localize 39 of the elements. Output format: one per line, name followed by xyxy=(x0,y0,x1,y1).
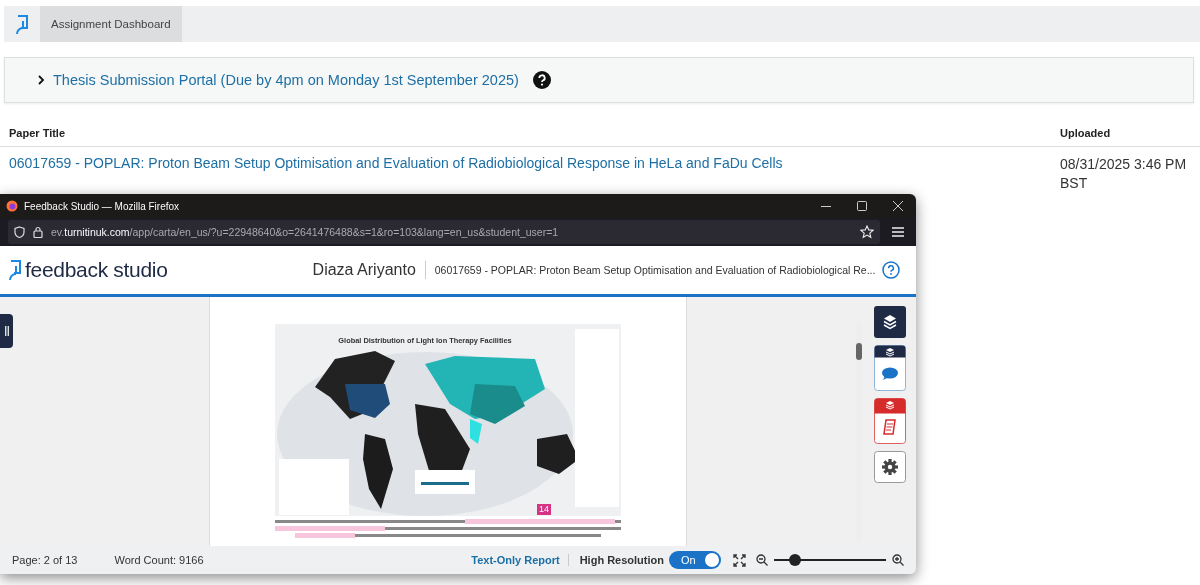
word-count: Word Count: 9166 xyxy=(114,554,204,566)
lock-icon[interactable] xyxy=(33,226,43,238)
paper-title-link[interactable]: 06017659 - POPLAR: Proton Beam Setup Optimisation and Evaluation of Radiobiological Response in HeLa and FaDu Cells xyxy=(9,155,783,193)
zoom-slider-thumb[interactable] xyxy=(789,554,801,566)
student-name: Diaza Ariyanto xyxy=(312,261,426,279)
assignment-title-link[interactable]: Thesis Submission Portal (Due by 4pm on Monday 1st September 2025) xyxy=(53,72,519,88)
chevron-right-icon[interactable] xyxy=(37,75,45,85)
fullscreen-icon[interactable] xyxy=(733,553,746,567)
text-only-report-link[interactable]: Text-Only Report xyxy=(471,554,560,566)
column-header: Uploaded xyxy=(1060,127,1112,139)
menu-icon[interactable] xyxy=(892,227,904,237)
high-resolution-label: High Resolution xyxy=(579,554,664,566)
address-bar[interactable]: ev.turnitinuk.com/app/carta/en_us/?u=22948640&o=2641476488&s=1&ro=103&lang=en_us&student_user=1 xyxy=(8,220,880,244)
layers-icon[interactable] xyxy=(874,306,906,338)
star-icon[interactable] xyxy=(860,225,874,239)
logo-icon xyxy=(8,258,22,282)
nav-tab[interactable]: Assignment Dashboard xyxy=(40,6,182,42)
shield-icon[interactable] xyxy=(14,226,25,238)
zoom-in-icon[interactable] xyxy=(892,554,904,566)
match-marker[interactable]: 14 xyxy=(537,504,551,515)
url-text: ev.turnitinuk.com/app/carta/en_us/?u=22948640&o=2641476488&s=1&ro=103&lang=en_us&student_user=1 xyxy=(51,226,559,238)
column-header: Paper Title xyxy=(9,127,67,139)
page-count: Page: 2 of 13 xyxy=(12,554,78,566)
speech-bubble-icon[interactable] xyxy=(874,345,906,391)
maximize-icon[interactable] xyxy=(857,201,867,211)
browser-logo-icon xyxy=(6,200,18,212)
app-logo-text: feedback studio xyxy=(25,258,168,282)
zoom-out-icon[interactable] xyxy=(756,554,768,566)
help-icon[interactable] xyxy=(532,71,551,89)
document-icon[interactable] xyxy=(874,398,906,444)
toggle-switch[interactable]: On xyxy=(669,551,721,569)
close-icon[interactable] xyxy=(893,201,903,211)
panel-handle[interactable] xyxy=(0,314,13,348)
scrollbar-thumb[interactable] xyxy=(856,343,862,360)
window-title: Feedback Studio — Mozilla Firefox xyxy=(24,200,180,212)
logo-icon[interactable] xyxy=(14,13,30,35)
paper-title: 06017659 - POPLAR: Proton Beam Setup Optimisation and Evaluation of Radiobiological Re... xyxy=(434,264,877,276)
settings-icon[interactable] xyxy=(874,451,906,483)
table-cell: 08/31/2025 3:46 PM BST xyxy=(1060,155,1188,193)
